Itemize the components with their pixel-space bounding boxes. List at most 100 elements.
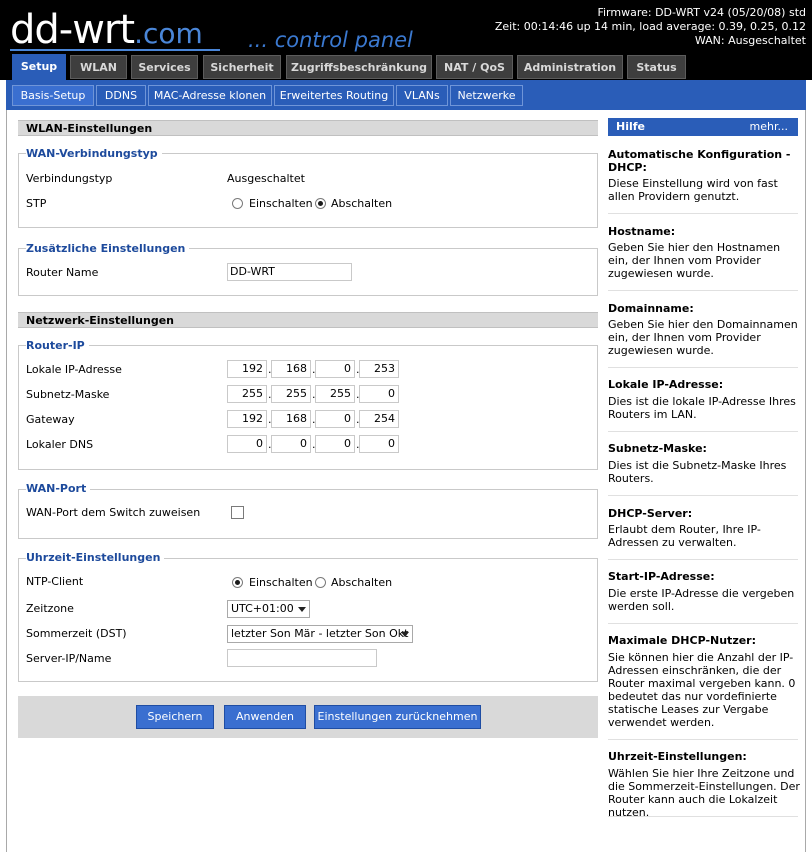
help-separator bbox=[608, 739, 798, 740]
server-ip-input[interactable] bbox=[227, 649, 377, 667]
wan-status: WAN: Ausgeschaltet bbox=[694, 34, 806, 47]
help-title: Hilfe bbox=[616, 120, 645, 133]
dns-octet-4[interactable]: 0 bbox=[359, 435, 399, 453]
help-item-text: Geben Sie hier den Hostnamen ein, der Ih… bbox=[608, 241, 781, 280]
wan-port-switch-checkbox[interactable] bbox=[231, 506, 244, 519]
help-separator bbox=[608, 213, 798, 214]
label-stp-abschalten: Abschalten bbox=[331, 197, 393, 210]
help-item-text: Dies ist die Subnetz-Maske Ihres Routers… bbox=[608, 459, 787, 485]
section-netzwerk-einstellungen: Netzwerk-Einstellungen bbox=[18, 312, 598, 328]
gateway-octet-1[interactable]: 192 bbox=[227, 410, 267, 428]
dns-octet-3[interactable]: 0 bbox=[315, 435, 355, 453]
subtab-basis-setup[interactable]: Basis-Setup bbox=[12, 85, 94, 106]
uptime-info: Zeit: 00:14:46 up 14 min, load average: … bbox=[494, 20, 806, 33]
local-ip-octet-2[interactable]: 168 bbox=[271, 360, 311, 378]
tab-zugriffsbeschraenkung[interactable]: Zugriffsbeschränkung bbox=[286, 55, 432, 79]
help-more-link[interactable]: mehr... bbox=[750, 118, 788, 136]
reset-button[interactable]: Einstellungen zurücknehmen bbox=[314, 705, 481, 729]
legend-router-ip: Router-IP bbox=[26, 339, 89, 353]
chevron-down-icon bbox=[401, 632, 409, 637]
control-panel-label: ... control panel bbox=[248, 28, 413, 52]
timezone-select[interactable]: UTC+01:00 bbox=[227, 600, 310, 618]
radio-stp-einschalten[interactable] bbox=[232, 198, 243, 209]
router-name-input[interactable]: DD-WRT bbox=[227, 263, 352, 281]
gateway-octet-2[interactable]: 168 bbox=[271, 410, 311, 428]
subtab-netzwerke[interactable]: Netzwerke bbox=[450, 85, 523, 106]
help-separator bbox=[608, 367, 798, 368]
subtab-mac-klonen[interactable]: MAC-Adresse klonen bbox=[148, 85, 272, 106]
help-item-text: Diese Einstellung wird von fast allen Pr… bbox=[608, 177, 778, 203]
help-item-text: Wählen Sie hier Ihre Zeitzone und die So… bbox=[608, 767, 800, 819]
chevron-down-icon bbox=[298, 607, 306, 612]
gateway-octet-3[interactable]: 0 bbox=[315, 410, 355, 428]
tab-setup[interactable]: Setup bbox=[12, 54, 66, 82]
help-separator bbox=[608, 559, 798, 560]
tab-administration[interactable]: Administration bbox=[517, 55, 623, 79]
tab-sicherheit[interactable]: Sicherheit bbox=[203, 55, 281, 79]
help-separator bbox=[608, 623, 798, 624]
subnet-octet-3[interactable]: 255 bbox=[315, 385, 355, 403]
subnet-octet-4[interactable]: 0 bbox=[359, 385, 399, 403]
local-ip-octet-4[interactable]: 253 bbox=[359, 360, 399, 378]
label-zeitzone: Zeitzone bbox=[26, 602, 74, 615]
subnet-octet-2[interactable]: 255 bbox=[271, 385, 311, 403]
label-lokaler-dns: Lokaler DNS bbox=[26, 438, 94, 451]
radio-ntp-einschalten[interactable] bbox=[232, 577, 243, 588]
help-header: Hilfe mehr... bbox=[608, 118, 798, 136]
help-item-title: Uhrzeit-Einstellungen: bbox=[608, 750, 747, 763]
help-separator bbox=[608, 290, 798, 291]
label-server-ip: Server-IP/Name bbox=[26, 652, 112, 665]
dns-octet-2[interactable]: 0 bbox=[271, 435, 311, 453]
firmware-info: Firmware: DD-WRT v24 (05/20/08) std Zeit… bbox=[495, 6, 806, 48]
radio-ntp-abschalten[interactable] bbox=[315, 577, 326, 588]
help-separator bbox=[608, 816, 798, 817]
label-stp: STP bbox=[26, 197, 47, 210]
radio-stp-abschalten[interactable] bbox=[315, 198, 326, 209]
apply-button[interactable]: Anwenden bbox=[224, 705, 306, 729]
help-item-text: Erlaubt dem Router, Ihre IP-Adressen zu … bbox=[608, 523, 761, 549]
logo-suffix: .com bbox=[134, 17, 203, 50]
label-sommerzeit: Sommerzeit (DST) bbox=[26, 627, 127, 640]
help-item-title: DHCP-Server: bbox=[608, 507, 693, 520]
save-button[interactable]: Speichern bbox=[136, 705, 214, 729]
label-ntp-abschalten: Abschalten bbox=[331, 576, 393, 589]
subtab-erweitertes-routing[interactable]: Erweitertes Routing bbox=[274, 85, 394, 106]
gateway-octet-4[interactable]: 254 bbox=[359, 410, 399, 428]
help-item-title: Maximale DHCP-Nutzer: bbox=[608, 634, 757, 647]
legend-uhrzeit-einstellungen: Uhrzeit-Einstellungen bbox=[26, 551, 165, 565]
label-subnetz-maske: Subnetz-Maske bbox=[26, 388, 110, 401]
local-ip-octet-1[interactable]: 192 bbox=[227, 360, 267, 378]
tab-services[interactable]: Services bbox=[131, 55, 198, 79]
help-item-title: Lokale IP-Adresse: bbox=[608, 378, 724, 391]
help-item-text: Sie können hier die Anzahl der IP-Adress… bbox=[608, 651, 796, 729]
local-ip-octet-3[interactable]: 0 bbox=[315, 360, 355, 378]
help-item-title: Hostname: bbox=[608, 225, 676, 238]
logo-underline bbox=[10, 49, 220, 51]
fieldset-wan-verbindungstyp bbox=[18, 153, 598, 228]
tab-status[interactable]: Status bbox=[627, 55, 686, 79]
help-separator bbox=[608, 431, 798, 432]
help-item-text: Die erste IP-Adresse die vergeben werden… bbox=[608, 587, 795, 613]
label-lokale-ip: Lokale IP-Adresse bbox=[26, 363, 122, 376]
legend-wan-port: WAN-Port bbox=[26, 482, 91, 496]
help-item-title: Domainname: bbox=[608, 302, 694, 315]
subnet-octet-1[interactable]: 255 bbox=[227, 385, 267, 403]
help-item-text: Dies ist die lokale IP-Adresse Ihres Rou… bbox=[608, 395, 796, 421]
value-verbindungstyp: Ausgeschaltet bbox=[227, 172, 305, 185]
dst-select[interactable]: letzter Son Mär - letzter Son Okt bbox=[227, 625, 413, 643]
sub-navigation: Basis-Setup DDNS MAC-Adresse klonen Erwe… bbox=[6, 80, 806, 110]
help-separator bbox=[608, 495, 798, 496]
help-item-title: Subnetz-Maske: bbox=[608, 442, 707, 455]
firmware-version: Firmware: DD-WRT v24 (05/20/08) std bbox=[597, 6, 806, 19]
label-wan-port-switch: WAN-Port dem Switch zuweisen bbox=[26, 506, 201, 519]
dns-octet-1[interactable]: 0 bbox=[227, 435, 267, 453]
label-router-name: Router Name bbox=[26, 266, 99, 279]
label-ntp-einschalten: Einschalten bbox=[249, 576, 313, 589]
section-wlan-einstellungen: WLAN-Einstellungen bbox=[18, 120, 598, 136]
subtab-ddns[interactable]: DDNS bbox=[96, 85, 146, 106]
dst-value: letzter Son Mär - letzter Son Okt bbox=[231, 627, 409, 640]
subtab-vlans[interactable]: VLANs bbox=[396, 85, 448, 106]
tab-nat-qos[interactable]: NAT / QoS bbox=[436, 55, 513, 79]
tab-wlan[interactable]: WLAN bbox=[70, 55, 127, 79]
help-item-text: Geben Sie hier den Domainnamen ein, der … bbox=[608, 318, 798, 357]
